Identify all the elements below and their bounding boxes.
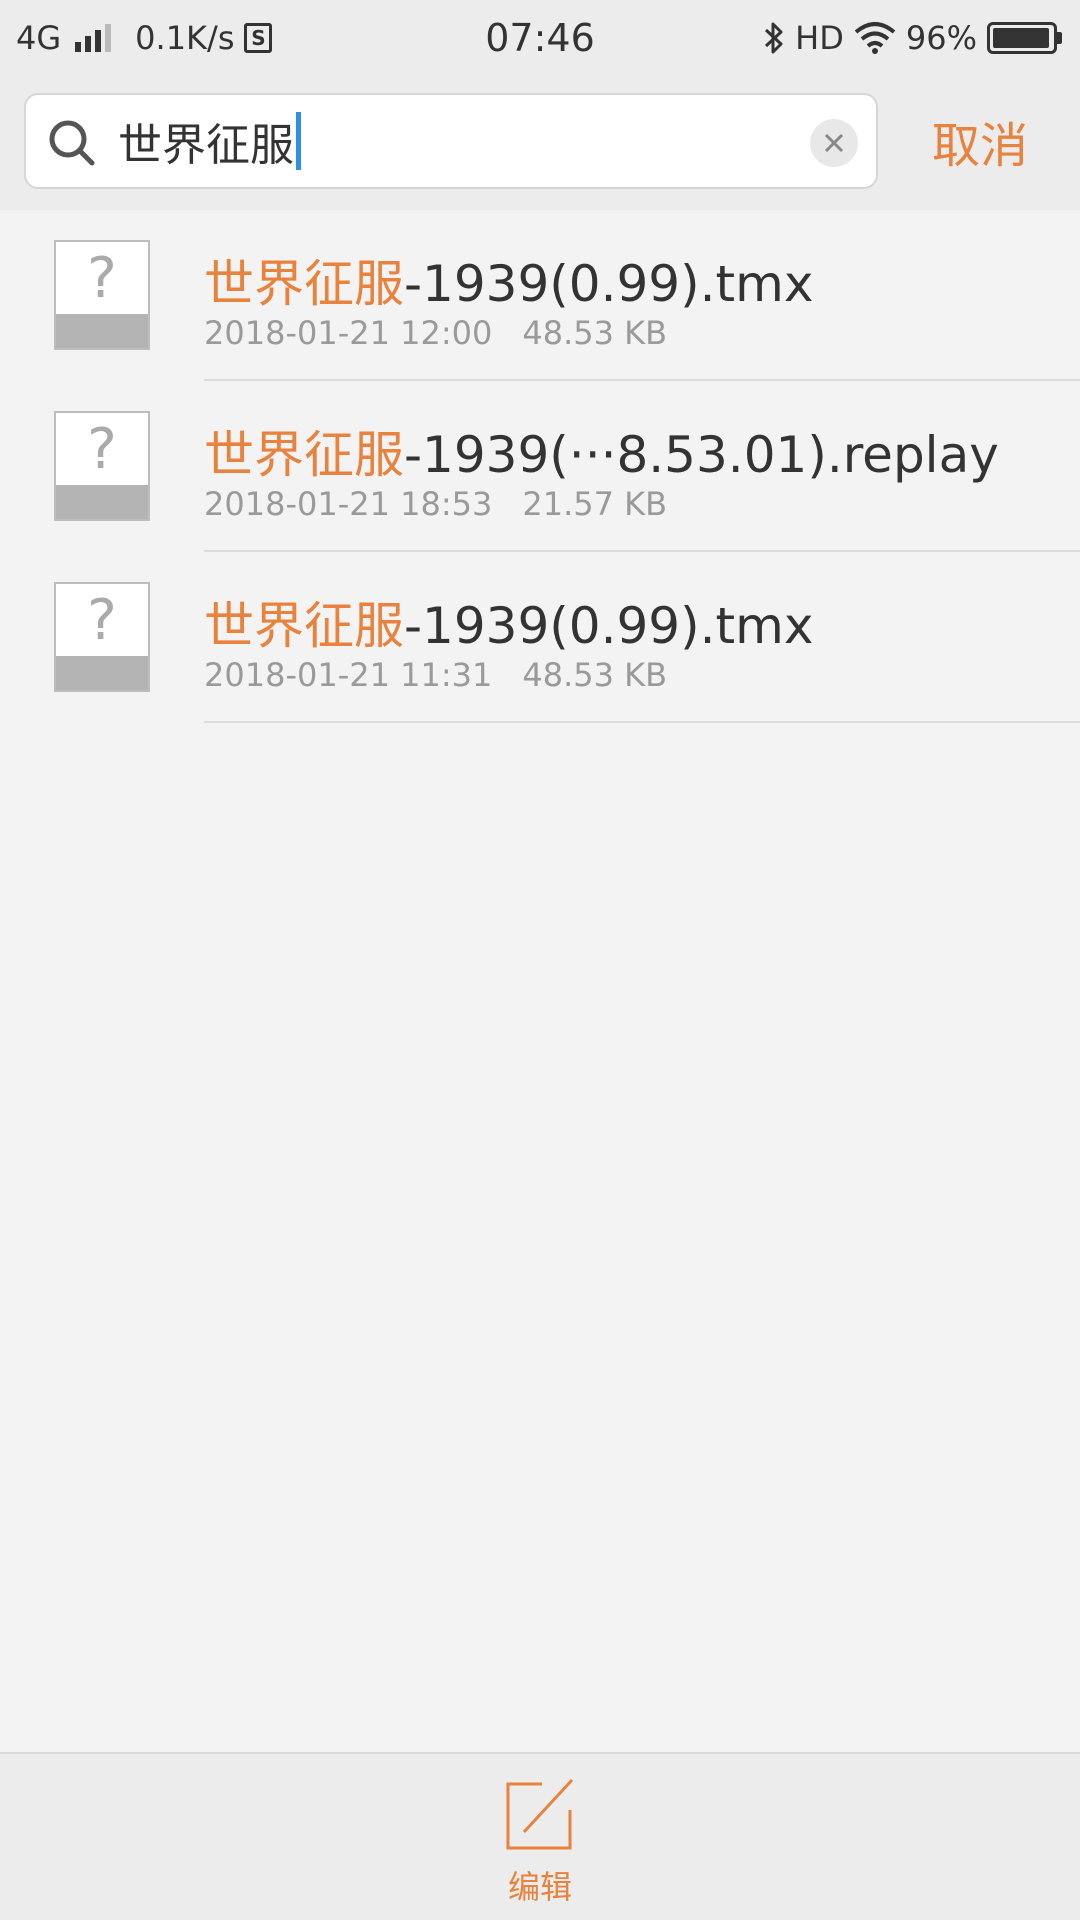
battery-icon (987, 22, 1062, 54)
file-date: 2018-01-21 12:00 (204, 314, 493, 352)
divider (204, 721, 1080, 723)
wifi-icon (854, 22, 896, 54)
file-name: 世界征服-1939(0.99).tmx (204, 255, 814, 313)
status-left: 4G 0.1K/s S (16, 0, 273, 76)
search-query[interactable]: 世界征服 (118, 112, 301, 171)
file-date: 2018-01-21 18:53 (204, 485, 493, 523)
search-icon (49, 120, 95, 166)
bottom-toolbar: 编辑 (0, 1752, 1080, 1920)
file-size: 48.53 KB (522, 656, 668, 694)
status-bar: 4G 0.1K/s S 07:46 HD 96% (0, 0, 1080, 76)
text-caret (296, 112, 301, 170)
file-meta: 2018-01-21 12:00 48.53 KB (204, 314, 667, 352)
search-input[interactable]: 世界征服 (24, 93, 878, 189)
unknown-file-icon: ? (54, 411, 150, 521)
unknown-file-icon: ? (54, 582, 150, 692)
file-meta: 2018-01-21 11:31 48.53 KB (204, 656, 667, 694)
signal-icon (75, 24, 112, 52)
clear-search-button[interactable] (810, 119, 858, 167)
file-meta: 2018-01-21 18:53 21.57 KB (204, 485, 667, 523)
search-query-text: 世界征服 (118, 120, 294, 171)
file-size: 48.53 KB (522, 314, 668, 352)
file-date: 2018-01-21 11:31 (204, 656, 493, 694)
search-results-list: ? 世界征服-1939(0.99).tmx 2018-01-21 12:00 48… (0, 210, 1080, 723)
battery-percent: 96% (905, 19, 977, 57)
edit-icon (506, 1778, 574, 1850)
unknown-file-icon: ? (54, 240, 150, 350)
status-right: HD 96% (763, 0, 1062, 76)
file-size: 21.57 KB (522, 485, 668, 523)
hd-indicator: HD (795, 19, 844, 57)
list-item[interactable]: ? 世界征服-1939(···8.53.01).replay 2018-01-2… (0, 381, 1080, 552)
network-speed: 0.1K/s (135, 19, 235, 57)
search-header: 世界征服 取消 (0, 76, 1080, 210)
sim-icon: S (244, 23, 273, 53)
file-name: 世界征服-1939(0.99).tmx (204, 597, 814, 655)
file-name: 世界征服-1939(···8.53.01).replay (204, 426, 999, 484)
close-icon (824, 133, 844, 153)
list-item[interactable]: ? 世界征服-1939(0.99).tmx 2018-01-21 12:00 48… (0, 210, 1080, 381)
cancel-button[interactable]: 取消 (910, 93, 1050, 189)
network-type: 4G (16, 19, 62, 57)
bluetooth-icon (765, 22, 783, 54)
edit-label: 编辑 (507, 1868, 572, 1906)
list-item[interactable]: ? 世界征服-1939(0.99).tmx 2018-01-21 11:31 48… (0, 552, 1080, 723)
edit-button[interactable]: 编辑 (470, 1776, 610, 1916)
